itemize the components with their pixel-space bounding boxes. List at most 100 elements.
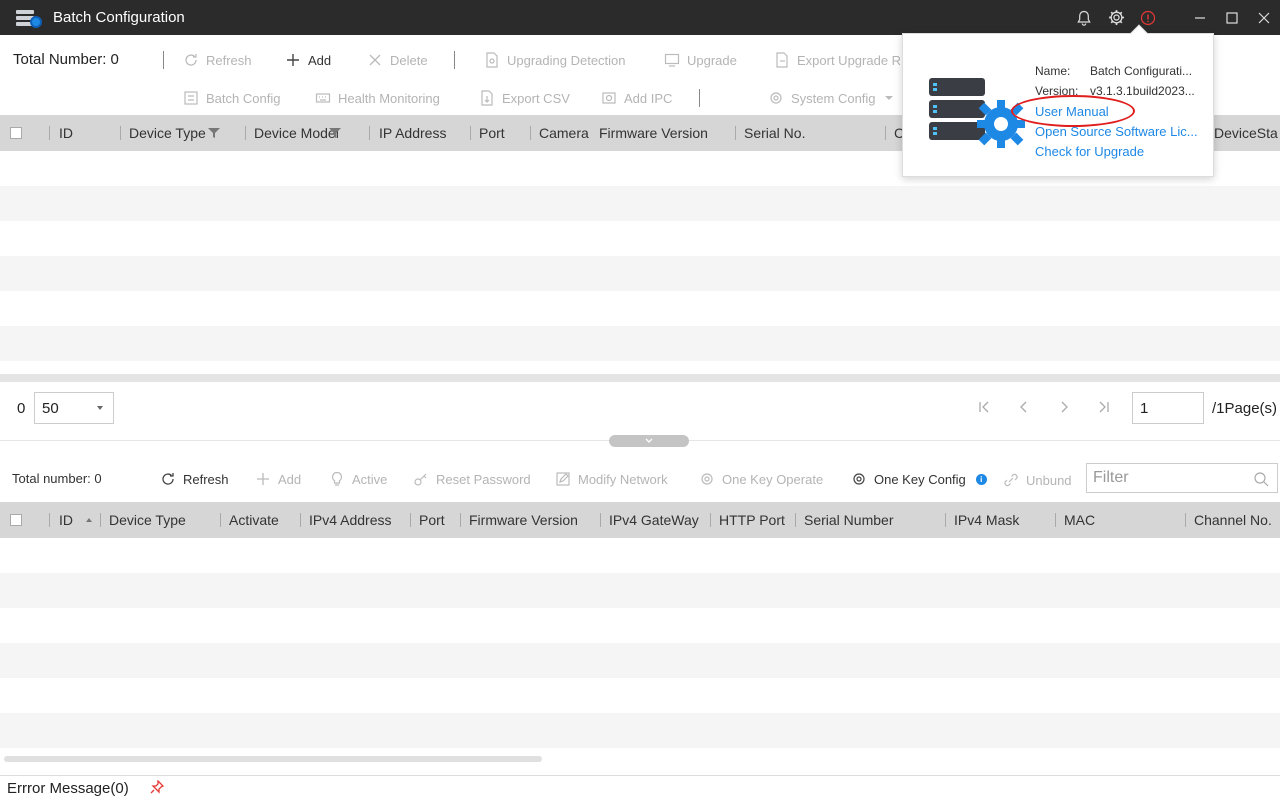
col-device-model[interactable]: Device Model bbox=[254, 115, 341, 151]
col-ipv4-mask[interactable]: IPv4 Mask bbox=[954, 502, 1019, 538]
chevron-down-icon bbox=[97, 406, 103, 410]
keyboard-icon bbox=[315, 93, 331, 103]
one-key-operate-button[interactable]: One Key Operate bbox=[699, 471, 823, 487]
col-ipv4-gateway[interactable]: IPv4 GateWay bbox=[609, 502, 699, 538]
settings-gear-icon[interactable] bbox=[1100, 0, 1132, 35]
filter-funnel-icon bbox=[207, 128, 220, 138]
health-monitoring-button[interactable]: Health Monitoring bbox=[315, 90, 440, 106]
online-device-table-header: ID Device Type Activate IPv4 Address Por… bbox=[0, 502, 1280, 538]
page-size-select[interactable]: 50 bbox=[34, 392, 114, 424]
export-icon bbox=[481, 90, 493, 106]
app-name-row: Name: Batch Configurati... bbox=[1035, 64, 1193, 78]
table-row bbox=[0, 538, 1280, 573]
col-ipv4-address[interactable]: IPv4 Address bbox=[309, 502, 392, 538]
col-serial-number[interactable]: Serial Number bbox=[804, 502, 893, 538]
select-all-checkbox[interactable] bbox=[10, 514, 22, 526]
col-serial-no[interactable]: Serial No. bbox=[744, 115, 805, 151]
gear-icon bbox=[701, 473, 713, 485]
chevron-down-icon bbox=[884, 96, 893, 100]
table-row bbox=[0, 326, 1280, 361]
prev-page-icon[interactable] bbox=[1016, 399, 1032, 418]
check-for-upgrade-link[interactable]: Check for Upgrade bbox=[1035, 144, 1144, 159]
lightbulb-icon bbox=[331, 471, 343, 486]
table-row bbox=[0, 573, 1280, 608]
document-search-icon bbox=[486, 52, 498, 68]
sort-up-icon bbox=[86, 518, 92, 522]
table-row bbox=[0, 643, 1280, 678]
select-all-checkbox[interactable] bbox=[10, 127, 22, 139]
col-device-status[interactable]: DeviceSta bbox=[1214, 115, 1280, 151]
active-button[interactable]: Active bbox=[329, 471, 387, 487]
filter-funnel-icon bbox=[328, 128, 341, 138]
page-total-label: /1Page(s) bbox=[1212, 400, 1278, 417]
filter-input[interactable]: Filter bbox=[1086, 463, 1278, 493]
col-mac[interactable]: MAC bbox=[1064, 502, 1095, 538]
upgrade-button[interactable]: Upgrade bbox=[664, 52, 737, 68]
collapse-handle[interactable] bbox=[609, 435, 689, 447]
refresh-button[interactable]: Refresh bbox=[183, 52, 252, 68]
add-ipc-button[interactable]: Add IPC bbox=[601, 90, 672, 106]
page-number-input[interactable]: 1 bbox=[1132, 392, 1204, 424]
notification-bell-icon[interactable] bbox=[1068, 0, 1100, 35]
refresh-icon bbox=[162, 473, 174, 485]
col-device-type[interactable]: Device Type bbox=[129, 115, 220, 151]
col-firmware-version[interactable]: Firmware Version bbox=[599, 115, 708, 151]
info-icon[interactable]: i bbox=[975, 473, 987, 485]
online-device-table-body bbox=[0, 538, 1280, 748]
document-export-icon bbox=[776, 52, 788, 68]
next-page-icon[interactable] bbox=[1056, 399, 1072, 418]
key-icon bbox=[414, 473, 427, 486]
maximize-icon[interactable] bbox=[1216, 0, 1248, 35]
device-table-body bbox=[0, 151, 1280, 361]
table-row bbox=[0, 256, 1280, 291]
window-title: Batch Configuration bbox=[53, 9, 185, 26]
first-page-icon[interactable] bbox=[976, 399, 992, 418]
batch-config-button[interactable]: Batch Config bbox=[183, 90, 280, 106]
delete-button[interactable]: Delete bbox=[367, 52, 428, 68]
col-http-port[interactable]: HTTP Port bbox=[719, 502, 785, 538]
export-upgrade-button[interactable]: Export Upgrade R bbox=[774, 52, 901, 68]
link-icon bbox=[1004, 473, 1018, 487]
table-row bbox=[0, 608, 1280, 643]
close-icon[interactable] bbox=[1248, 0, 1280, 35]
col-activate[interactable]: Activate bbox=[229, 502, 279, 538]
col-id[interactable]: ID bbox=[59, 115, 73, 151]
total-number-label: Total Number: 0 bbox=[13, 51, 119, 68]
minimize-icon[interactable] bbox=[1184, 0, 1216, 35]
add-button[interactable]: Add bbox=[285, 52, 331, 68]
online-refresh-button[interactable]: Refresh bbox=[160, 471, 229, 487]
online-total-label: Total number: 0 bbox=[12, 471, 102, 486]
col-ip-address[interactable]: IP Address bbox=[379, 115, 446, 151]
plus-icon bbox=[257, 473, 269, 485]
reset-password-button[interactable]: Reset Password bbox=[413, 471, 531, 487]
batch-config-icon bbox=[184, 91, 198, 105]
system-config-dropdown[interactable]: System Config bbox=[768, 90, 901, 106]
col-channel-no[interactable]: Channel No. bbox=[1194, 502, 1272, 538]
top-horizontal-scrollbar[interactable] bbox=[0, 374, 1280, 382]
unbund-button[interactable]: Unbund bbox=[1003, 472, 1072, 488]
highlight-annotation bbox=[1011, 95, 1135, 127]
table-row bbox=[0, 186, 1280, 221]
camera-icon bbox=[602, 92, 616, 104]
col-port[interactable]: Port bbox=[419, 502, 445, 538]
title-bar: Batch Configuration bbox=[0, 0, 1280, 35]
col-camera[interactable]: Camera bbox=[539, 115, 591, 151]
col-device-type[interactable]: Device Type bbox=[109, 502, 186, 538]
export-csv-button[interactable]: Export CSV bbox=[479, 90, 570, 106]
pin-icon[interactable] bbox=[150, 779, 165, 797]
table-row bbox=[0, 221, 1280, 256]
last-page-icon[interactable] bbox=[1096, 399, 1112, 418]
lower-horizontal-scrollbar[interactable] bbox=[4, 756, 542, 762]
upgrading-detection-button[interactable]: Upgrading Detection bbox=[484, 52, 626, 68]
gear-icon bbox=[853, 473, 865, 485]
col-port[interactable]: Port bbox=[479, 115, 505, 151]
col-firmware-version[interactable]: Firmware Version bbox=[469, 502, 578, 538]
online-add-button[interactable]: Add bbox=[255, 471, 301, 487]
one-key-config-button[interactable]: One Key Config i bbox=[851, 471, 987, 487]
table-row bbox=[0, 291, 1280, 326]
gear-icon bbox=[770, 92, 782, 104]
pagination: 0 50 1 /1Page(s) bbox=[0, 385, 1280, 433]
col-id[interactable]: ID bbox=[59, 502, 93, 538]
error-message-tab[interactable]: Errror Message(0) bbox=[0, 776, 150, 800]
modify-network-button[interactable]: Modify Network bbox=[555, 471, 668, 487]
